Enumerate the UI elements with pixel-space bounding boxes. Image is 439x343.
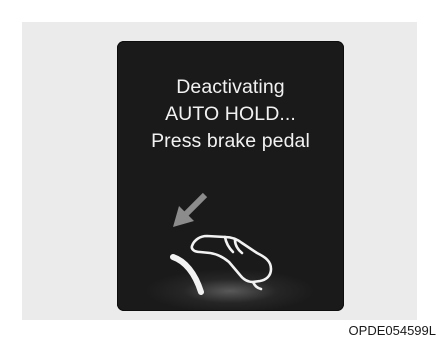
brake-pedal-foot-icon <box>170 234 273 295</box>
figure-code: OPDE054599L <box>348 323 436 338</box>
message-line-3: Press brake pedal <box>151 130 310 152</box>
down-left-arrow-icon <box>173 192 208 227</box>
instrument-cluster-display: Deactivating AUTO HOLD... Press brake pe… <box>117 41 344 311</box>
message-line-2: AUTO HOLD... <box>165 103 296 125</box>
brake-pedal-graphic <box>170 192 273 295</box>
message-line-1: Deactivating <box>176 76 285 98</box>
display-message: Deactivating AUTO HOLD... Press brake pe… <box>117 74 344 155</box>
